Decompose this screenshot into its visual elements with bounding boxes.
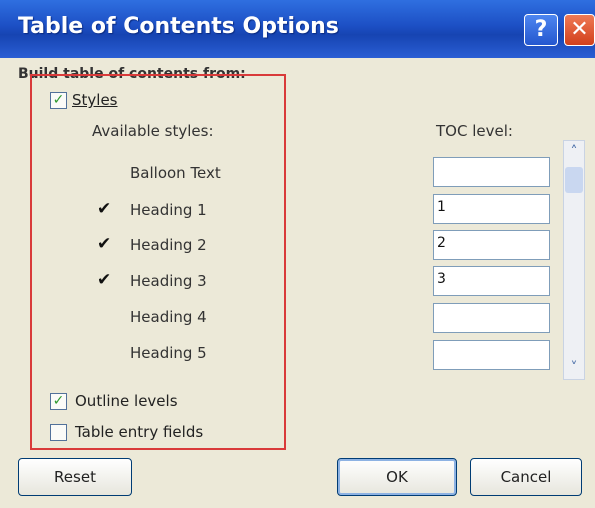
style-name: Heading 4 [130,308,207,326]
styles-checkbox[interactable]: ✓ [50,92,67,109]
style-name: Heading 1 [130,201,207,219]
style-name: Heading 3 [130,272,207,290]
style-name: Balloon Text [130,164,221,182]
toc-level-input[interactable]: 2 [433,230,550,260]
styles-label[interactable]: Styles [72,91,118,109]
table-entry-fields-checkbox[interactable] [50,424,67,441]
toc-level-input[interactable]: 1 [433,194,550,224]
help-icon[interactable]: ? [524,14,558,46]
scroll-down-icon[interactable]: ˅ [564,357,584,379]
toc-level-header: TOC level: [436,122,513,140]
check-icon: ✔ [97,234,112,254]
toc-level-input[interactable]: 3 [433,266,550,296]
dialog-title: Table of Contents Options [18,14,339,39]
ok-button[interactable]: OK [337,458,457,496]
toc-level-input[interactable] [433,157,550,187]
outline-levels-checkbox[interactable]: ✓ [50,393,67,410]
toc-level-input[interactable] [433,340,550,370]
check-icon: ✔ [97,270,112,290]
style-name: Heading 5 [130,344,207,362]
style-list-scrollbar[interactable]: ˄ ˅ [563,140,585,380]
check-icon: ✔ [97,199,112,219]
scroll-thumb[interactable] [565,167,583,193]
title-bar[interactable]: Table of Contents Options ? ✕ [0,0,595,58]
close-icon[interactable]: ✕ [564,14,595,46]
scroll-up-icon[interactable]: ˄ [564,141,584,163]
style-name: Heading 2 [130,236,207,254]
reset-button[interactable]: Reset [18,458,132,496]
table-entry-fields-label[interactable]: Table entry fields [75,423,203,441]
toc-options-dialog: Table of Contents Options ? ✕ Build tabl… [0,0,595,508]
cancel-button[interactable]: Cancel [470,458,582,496]
outline-levels-label[interactable]: Outline levels [75,392,178,410]
toc-level-input[interactable] [433,303,550,333]
available-styles-header: Available styles: [92,122,214,140]
